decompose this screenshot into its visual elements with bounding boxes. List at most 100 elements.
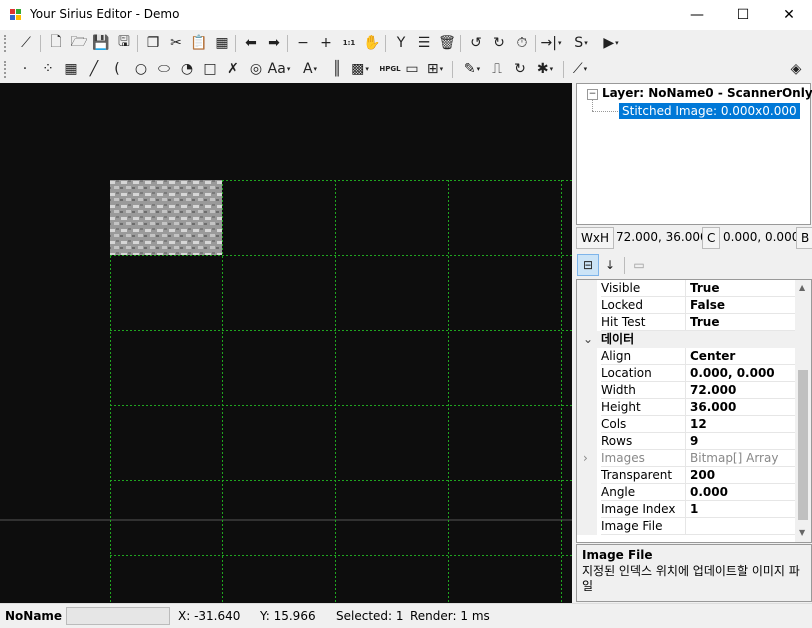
text-dropdown-icon[interactable]: Aa ▾ [268,59,291,79]
property-pages-icon[interactable]: ▭ [629,255,649,275]
alphabetical-icon[interactable]: ↓ [600,255,620,275]
align-dropdown-icon[interactable]: →| ▾ [541,33,562,53]
minimize-button[interactable]: — [674,0,720,30]
ruler-icon[interactable]: ⟋ [16,33,36,53]
play-dropdown-icon[interactable]: ▶ ▾ [601,33,621,53]
toolbar-grip[interactable] [4,35,9,52]
hpgl-icon[interactable]: HPGL [379,59,400,79]
open-folder-icon[interactable]: 🗁 [69,33,89,53]
chart-dropdown-icon[interactable]: ⟋ ▾ [570,59,590,79]
image-icon[interactable]: ▭ [402,59,422,79]
property-name: Height [601,399,685,416]
save-icon[interactable]: 💾 [91,33,111,53]
property-row[interactable]: Hit Test True [577,314,800,331]
property-row[interactable]: Cols 12 [577,416,800,433]
property-value[interactable]: True [685,280,800,297]
ellipse-icon[interactable]: ⬭ [154,59,174,79]
copy-icon[interactable]: ❐ [143,33,163,53]
paste-array-icon[interactable]: ▦ [212,33,232,53]
property-value[interactable]: False [685,297,800,314]
property-row[interactable]: Transparent 200 [577,467,800,484]
property-value[interactable]: 9 [685,433,800,450]
tree-stitched-image-node[interactable]: Stitched Image: 0.000x0.000 [619,103,800,119]
curve-icon[interactable]: ✗ [223,59,243,79]
property-category[interactable]: ⌄ 데이터 [577,331,795,348]
scroll-thumb[interactable] [798,370,808,520]
dropdown-arrow-icon: ▾ [365,65,369,73]
property-grid[interactable]: Visible True Locked False Hit Test True ⌄ 데이터 Al… [576,279,812,543]
rectangle-icon[interactable]: □ [200,59,220,79]
property-value[interactable]: True [685,314,800,331]
property-row[interactable]: Angle 0.000 [577,484,800,501]
pulse-icon[interactable]: ⎍ [487,59,507,79]
spiral-icon[interactable]: ◎ [246,59,266,79]
property-row[interactable]: Image File [577,518,800,535]
property-value[interactable]: 72.000 [685,382,800,399]
list-icon[interactable]: ☰ [414,33,434,53]
redo-icon[interactable]: ➡ [264,33,284,53]
line-icon[interactable]: ╱ [84,59,104,79]
grid-dropdown-icon[interactable]: ⊞ ▾ [425,59,445,79]
property-row[interactable]: Images Bitmap[] Array › [577,450,800,467]
expand-chevron-icon[interactable]: › [583,450,588,466]
property-row[interactable]: Width 72.000 [577,382,800,399]
property-toolbar: ⊟ ↓ ▭ [575,253,812,277]
property-value[interactable]: 36.000 [685,399,800,416]
property-value[interactable]: 200 [685,467,800,484]
rotate-ccw-icon[interactable]: ↺ [466,33,486,53]
property-value[interactable]: Center [685,348,800,365]
raster-icon[interactable]: ▦ [61,59,81,79]
property-row[interactable]: Height 36.000 [577,399,800,416]
arc-icon[interactable]: ( [107,59,127,79]
qrcode-dropdown-icon[interactable]: ▩ ▾ [350,59,370,79]
rotate-ccw-glyph: ↺ [470,35,482,51]
property-value[interactable]: 0.000, 0.000 [685,365,800,382]
tree-layer-node[interactable]: Layer: NoName0 - ScannerOnly [602,86,812,100]
rotate-cw-icon[interactable]: ↻ [489,33,509,53]
zoom-1to1-icon[interactable]: 1:1 [339,33,359,53]
group-icon[interactable]: Y [391,33,411,53]
point-icon[interactable]: · [15,59,35,79]
font-text-dropdown-icon[interactable]: A ▾ [300,59,320,79]
delete-icon[interactable]: 🗑 [437,33,457,53]
property-row[interactable]: Align Center [577,348,800,365]
property-row[interactable]: Locked False [577,297,800,314]
trepan-icon[interactable]: ◔ [177,59,197,79]
zoom-in-icon[interactable]: + [316,33,336,53]
property-row[interactable]: Location 0.000, 0.000 [577,365,800,382]
toolbar-grip[interactable] [4,61,9,78]
zoom-out-icon[interactable]: − [293,33,313,53]
new-document-icon[interactable]: 🗋 [46,33,66,53]
layer-tree[interactable]: − Layer: NoName0 - ScannerOnly Stitched … [576,83,812,225]
property-row[interactable]: Rows 9 [577,433,800,450]
property-value[interactable]: Bitmap[] Array [685,450,800,467]
category-chevron-icon[interactable]: ⌄ [583,331,593,347]
chart-dropdown-glyph: ⟋ [572,61,583,77]
property-row[interactable]: Visible True [577,280,800,297]
transform-dropdown-icon[interactable]: S ▾ [571,33,591,53]
pan-hand-icon[interactable]: ✋ [362,33,382,53]
property-value[interactable] [685,518,800,535]
pen-dropdown-icon[interactable]: ✎ ▾ [462,59,482,79]
barcode-icon[interactable]: ║ [327,59,347,79]
property-value[interactable]: 1 [685,501,800,518]
property-value[interactable]: 0.000 [685,484,800,501]
layers-icon[interactable]: ◈ [786,59,806,79]
undo-icon[interactable]: ⬅ [241,33,261,53]
circle-icon[interactable]: ○ [131,59,151,79]
collapse-icon[interactable]: − [587,89,598,100]
property-scrollbar[interactable]: ▲ ▼ [795,280,811,542]
property-value[interactable]: 12 [685,416,800,433]
property-row[interactable]: Image Index 1 [577,501,800,518]
paste-icon[interactable]: 📋 [189,33,209,53]
drawing-canvas[interactable] [0,83,572,603]
close-button[interactable]: ✕ [766,0,812,30]
points-icon[interactable]: ⁘ [38,59,58,79]
maximize-button[interactable]: ☐ [720,0,766,30]
rotation-icon[interactable]: ↻ [510,59,530,79]
laser-dropdown-icon[interactable]: ✱ ▾ [535,59,555,79]
save-as-icon[interactable]: 🖫 [114,33,134,53]
categorized-icon[interactable]: ⊟ [577,254,599,276]
timer-icon[interactable]: ⏱ [512,33,532,53]
cut-icon[interactable]: ✂ [166,33,186,53]
